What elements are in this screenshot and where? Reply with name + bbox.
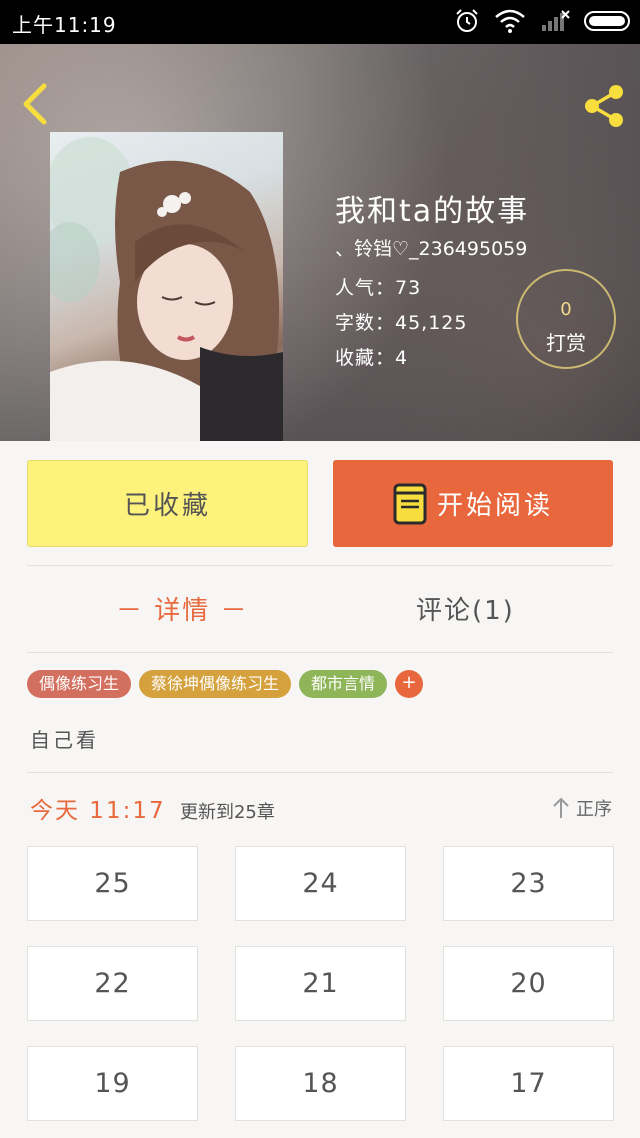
chapter-item[interactable]: 20 <box>443 946 614 1021</box>
collected-button[interactable]: 已收藏 <box>27 460 308 547</box>
tag-item[interactable]: 偶像练习生 <box>27 670 132 698</box>
tip-button[interactable]: 0 打赏 <box>516 269 616 369</box>
chapter-item[interactable]: 23 <box>443 846 614 921</box>
word-count-stat: 字数：45,125 <box>335 312 468 334</box>
book-title: 我和ta的故事 <box>335 194 530 229</box>
sort-toggle[interactable]: 正序 <box>552 795 612 821</box>
book-header: 我和ta的故事 、铃铛♡_236495059 人气：73 字数：45,125 收… <box>0 44 640 441</box>
sort-label: 正序 <box>576 799 612 820</box>
start-reading-label: 开始阅读 <box>436 491 553 521</box>
divider <box>27 565 613 566</box>
tab-comments[interactable]: 评论(1) <box>416 590 515 627</box>
alarm-icon <box>456 9 478 32</box>
arrow-up-icon <box>553 797 569 818</box>
update-info: 今天 11:17 更新到25章 <box>30 791 275 825</box>
chapter-item[interactable]: 19 <box>27 1046 198 1121</box>
divider <box>27 772 613 773</box>
tab-detail[interactable]: － 详情 － <box>116 590 249 627</box>
collected-label: 已收藏 <box>123 491 211 521</box>
back-icon[interactable] <box>18 82 52 126</box>
favorites-stat: 收藏：4 <box>335 347 409 369</box>
add-tag-button[interactable]: + <box>395 670 424 698</box>
chapter-item[interactable]: 21 <box>235 946 406 1021</box>
signal-icon <box>542 10 570 31</box>
status-bar: 上午11:19 <box>0 0 640 44</box>
chapter-item[interactable]: 22 <box>27 946 198 1021</box>
status-icons <box>454 8 630 34</box>
book-description: 自己看 <box>30 728 99 752</box>
chapter-item[interactable]: 17 <box>443 1046 614 1121</box>
start-reading-button[interactable]: 开始阅读 <box>333 460 613 547</box>
status-time: 上午11:19 <box>12 13 117 37</box>
divider <box>27 652 613 653</box>
book-icon <box>393 483 427 524</box>
chapter-item[interactable]: 18 <box>235 1046 406 1121</box>
wifi-icon <box>495 9 525 33</box>
update-chapter: 更新到25章 <box>179 802 275 823</box>
tip-count: 0 <box>560 299 572 320</box>
battery-icon <box>584 11 630 31</box>
share-icon[interactable] <box>580 82 628 130</box>
tip-label: 打赏 <box>546 331 586 355</box>
book-author[interactable]: 、铃铛♡_236495059 <box>335 234 527 261</box>
popularity-stat: 人气：73 <box>335 277 422 299</box>
tag-item[interactable]: 都市言情 <box>299 670 388 698</box>
chapter-grid: 25 24 23 22 21 20 19 18 17 <box>27 846 614 1121</box>
book-cover-image <box>50 132 283 441</box>
chapter-item[interactable]: 25 <box>27 846 198 921</box>
tag-item[interactable]: 蔡徐坤偶像练习生 <box>139 670 292 698</box>
update-time: 今天 11:17 <box>30 798 166 824</box>
tag-list: 偶像练习生 蔡徐坤偶像练习生 都市言情 + <box>27 670 424 698</box>
chapter-item[interactable]: 24 <box>235 846 406 921</box>
